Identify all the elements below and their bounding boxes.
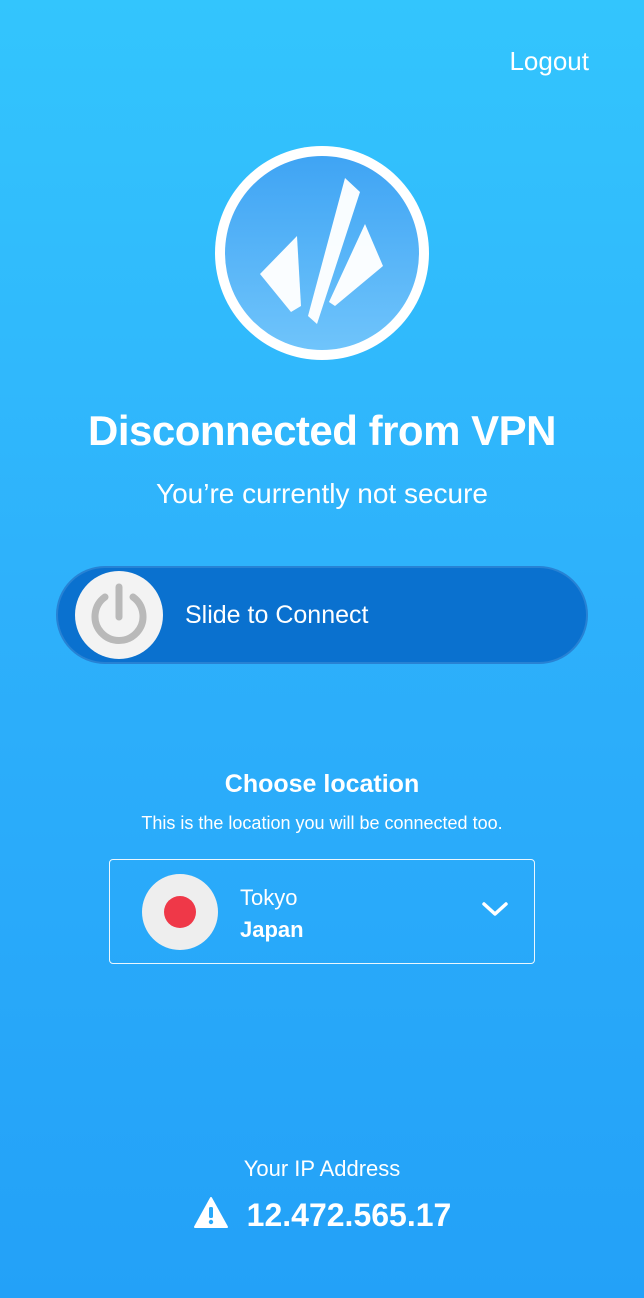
chevron-down-icon — [482, 902, 508, 916]
connection-status-title: Disconnected from VPN — [88, 407, 556, 454]
warning-icon — [193, 1197, 228, 1228]
ip-address-value: 12.472.565.17 — [246, 1197, 452, 1233]
ip-address-row: 12.472.565.17 — [0, 1194, 644, 1236]
flag-red-disc — [164, 896, 196, 928]
vpn-app-logo-icon — [225, 156, 419, 350]
ip-address-label: Your IP Address — [243, 1156, 401, 1181]
location-city: Tokyo — [240, 885, 298, 910]
choose-location-subtitle: This is the location you will be connect… — [141, 813, 503, 833]
location-dropdown[interactable]: Tokyo Japan — [109, 859, 535, 964]
logout-link[interactable]: Logout — [509, 44, 589, 78]
slider-label: Slide to Connect — [185, 601, 369, 629]
location-country: Japan — [240, 917, 304, 942]
japan-flag-icon — [142, 874, 218, 950]
choose-location-title: Choose location — [224, 770, 420, 798]
connection-status-subtitle: You’re currently not secure — [155, 478, 489, 509]
slide-to-connect-slider[interactable]: Slide to Connect — [56, 566, 588, 664]
slider-knob[interactable] — [75, 571, 163, 659]
power-icon — [91, 583, 147, 644]
app-logo — [215, 146, 429, 360]
